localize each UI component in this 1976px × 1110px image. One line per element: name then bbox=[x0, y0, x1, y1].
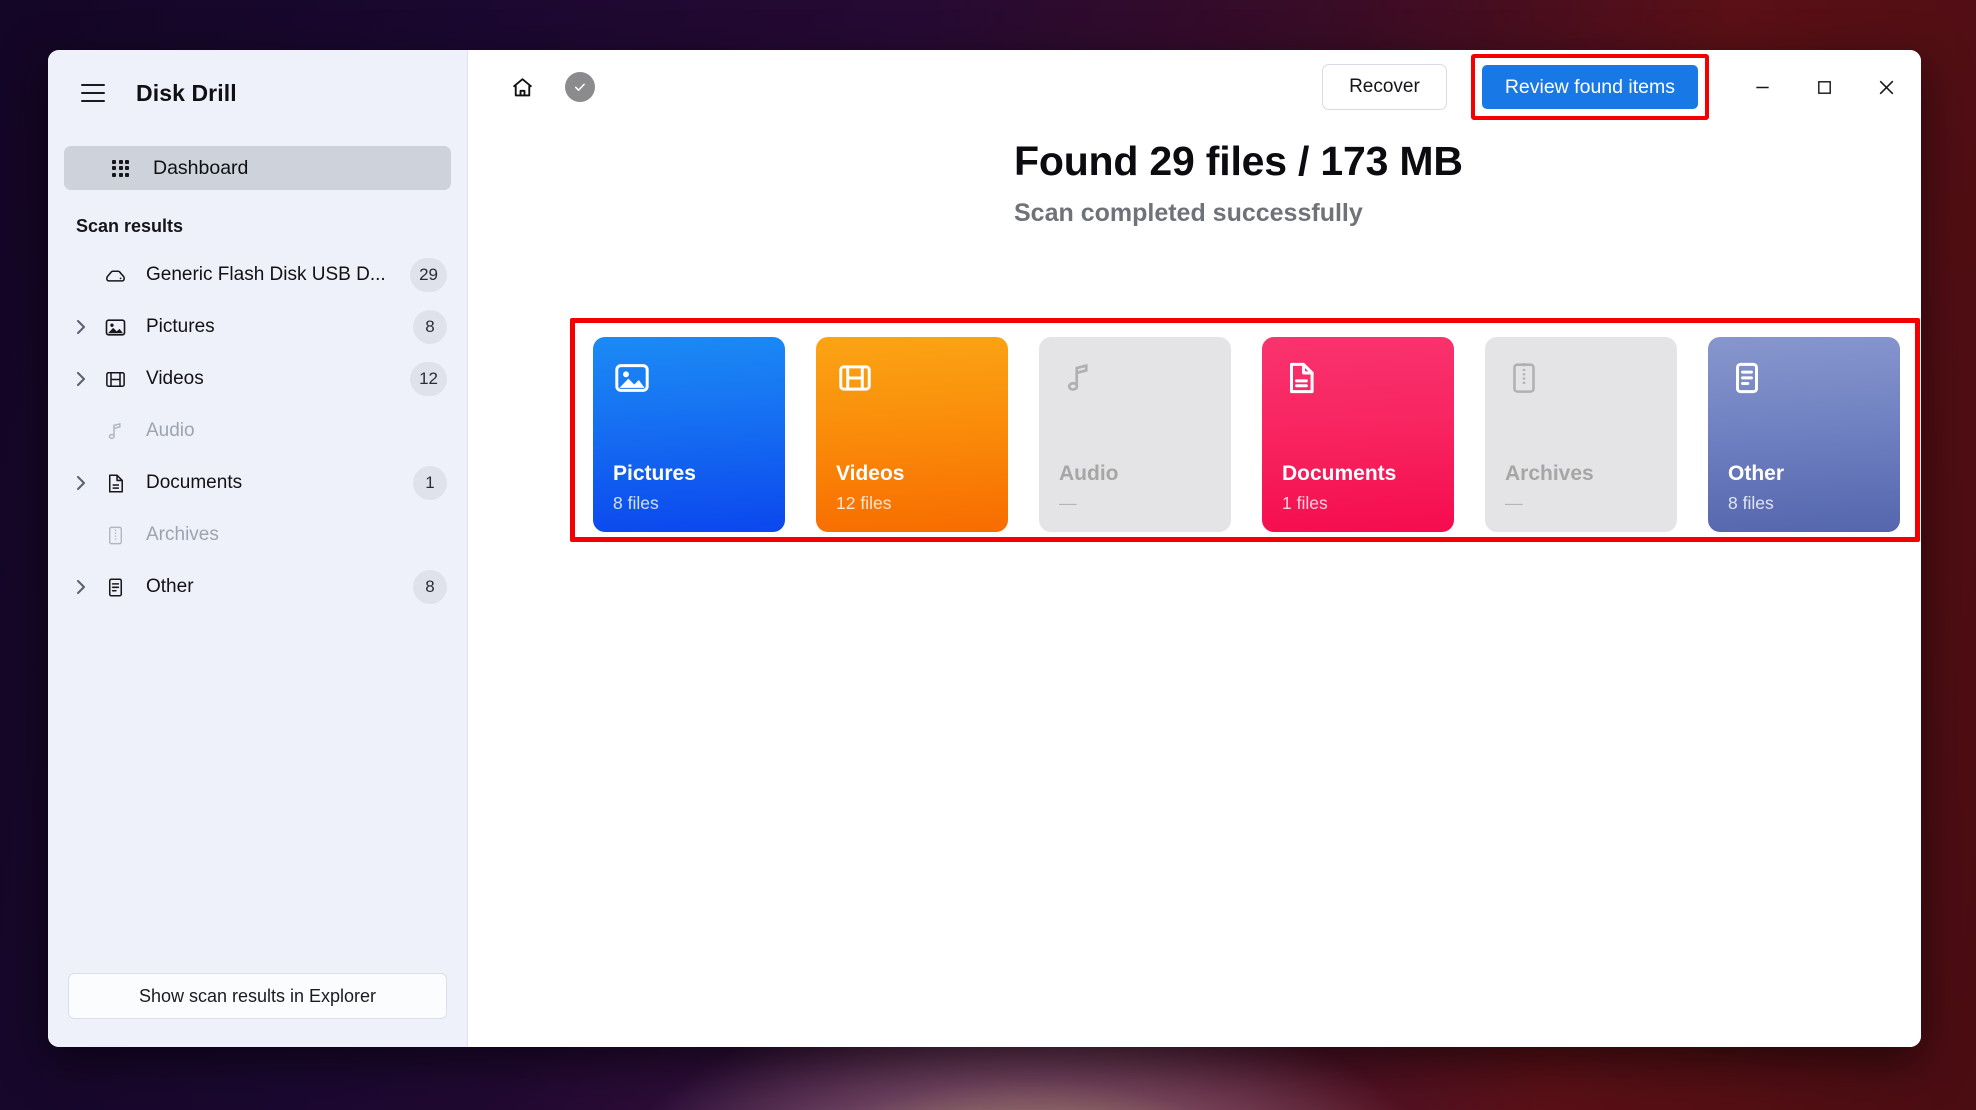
image-icon bbox=[613, 359, 765, 415]
tree-item-label: Audio bbox=[146, 420, 195, 441]
card-title: Archives bbox=[1505, 461, 1594, 485]
card-body: Audio — bbox=[1059, 462, 1211, 514]
tree-item-videos[interactable]: Videos 12 bbox=[48, 353, 467, 405]
scan-status-text: Scan completed successfully bbox=[1014, 199, 1363, 227]
tree-item-badge: 12 bbox=[410, 362, 447, 396]
card-title: Videos bbox=[836, 461, 905, 485]
sidebar-section-scan-results: Scan results bbox=[76, 216, 184, 236]
card-count: 8 files bbox=[1728, 493, 1774, 513]
document-icon bbox=[1282, 359, 1434, 415]
sidebar: Disk Drill Dashboard Scan results Generi… bbox=[48, 50, 468, 1047]
scan-results-tree: Generic Flash Disk USB D... 29 Pictures … bbox=[48, 249, 467, 613]
tree-item-audio: Audio bbox=[48, 405, 467, 457]
tree-item-badge: 8 bbox=[413, 310, 447, 344]
tree-item-label: Generic Flash Disk USB D... bbox=[146, 264, 386, 285]
main-panel: Recover Review found items Found 29 file… bbox=[468, 50, 1921, 1047]
card-count: — bbox=[1505, 493, 1523, 513]
page-title: Found 29 files / 173 MB bbox=[1014, 138, 1463, 184]
sidebar-item-label: Dashboard bbox=[153, 156, 249, 179]
card-title: Documents bbox=[1282, 461, 1397, 485]
home-icon[interactable] bbox=[502, 67, 542, 107]
card-body: Documents 1 files bbox=[1282, 462, 1434, 514]
disk-drive-icon bbox=[98, 264, 132, 287]
archive-zip-icon bbox=[98, 524, 132, 547]
card-body: Other 8 files bbox=[1728, 462, 1880, 514]
music-note-icon bbox=[98, 420, 132, 443]
sidebar-item-dashboard[interactable]: Dashboard bbox=[64, 146, 451, 190]
check-circle-icon bbox=[565, 72, 595, 102]
toolbar: Recover Review found items bbox=[468, 50, 1921, 124]
tree-item-label: Documents bbox=[146, 472, 243, 493]
tree-item-pictures[interactable]: Pictures 8 bbox=[48, 301, 467, 353]
category-card-documents[interactable]: Documents 1 files bbox=[1262, 337, 1454, 532]
card-title: Pictures bbox=[613, 461, 696, 485]
card-count: 8 files bbox=[613, 493, 659, 513]
file-lines-icon bbox=[98, 576, 132, 599]
tree-item-label: Videos bbox=[146, 368, 204, 389]
file-lines-icon bbox=[1728, 359, 1880, 415]
category-card-pictures[interactable]: Pictures 8 files bbox=[593, 337, 785, 532]
review-found-items-highlight: Review found items bbox=[1470, 54, 1709, 120]
category-card-other[interactable]: Other 8 files bbox=[1708, 337, 1900, 532]
tree-item-badge: 8 bbox=[413, 570, 447, 604]
chevron-right-icon[interactable] bbox=[70, 371, 92, 387]
sidebar-header: Disk Drill bbox=[48, 62, 467, 124]
tree-item-badge: 1 bbox=[413, 466, 447, 500]
tree-item-label: Pictures bbox=[146, 316, 215, 337]
document-icon bbox=[98, 472, 132, 495]
card-title: Other bbox=[1728, 461, 1785, 485]
card-body: Archives — bbox=[1505, 462, 1657, 514]
maximize-icon[interactable] bbox=[1793, 61, 1855, 113]
hamburger-icon[interactable] bbox=[72, 72, 114, 114]
review-found-items-button[interactable]: Review found items bbox=[1481, 65, 1698, 109]
disk-drill-window: Disk Drill Dashboard Scan results Generi… bbox=[48, 50, 1921, 1047]
film-icon bbox=[98, 368, 132, 391]
show-scan-results-in-explorer-button[interactable]: Show scan results in Explorer bbox=[68, 973, 447, 1019]
chevron-right-icon[interactable] bbox=[70, 475, 92, 491]
card-body: Pictures 8 files bbox=[613, 462, 765, 514]
music-note-icon bbox=[1059, 359, 1211, 415]
tree-item-label: Archives bbox=[146, 524, 219, 545]
main-content: Found 29 files / 173 MB Scan completed s… bbox=[468, 124, 1921, 228]
tree-item-generic-flash-disk[interactable]: Generic Flash Disk USB D... 29 bbox=[48, 249, 467, 301]
card-count: 1 files bbox=[1282, 493, 1328, 513]
archive-zip-icon bbox=[1505, 359, 1657, 415]
app-title: Disk Drill bbox=[136, 79, 237, 106]
card-count: — bbox=[1059, 493, 1077, 513]
close-icon[interactable] bbox=[1855, 61, 1917, 113]
card-body: Videos 12 files bbox=[836, 462, 988, 514]
grid-dots-icon bbox=[112, 159, 129, 177]
film-icon bbox=[836, 359, 988, 415]
chevron-right-icon[interactable] bbox=[70, 579, 92, 595]
tree-item-label: Other bbox=[146, 576, 194, 597]
category-card-archives: Archives — bbox=[1485, 337, 1677, 532]
card-title: Audio bbox=[1059, 461, 1119, 485]
tree-item-archives: Archives bbox=[48, 509, 467, 561]
window-controls bbox=[1731, 61, 1917, 113]
tree-item-other[interactable]: Other 8 bbox=[48, 561, 467, 613]
category-card-videos[interactable]: Videos 12 files bbox=[816, 337, 1008, 532]
chevron-right-icon[interactable] bbox=[70, 319, 92, 335]
image-icon bbox=[98, 316, 132, 339]
minimize-icon[interactable] bbox=[1731, 61, 1793, 113]
recover-button[interactable]: Recover bbox=[1322, 64, 1447, 110]
card-count: 12 files bbox=[836, 493, 892, 513]
category-card-audio: Audio — bbox=[1039, 337, 1231, 532]
tree-item-documents[interactable]: Documents 1 bbox=[48, 457, 467, 509]
tree-item-badge: 29 bbox=[410, 258, 447, 292]
scan-status-button[interactable] bbox=[560, 67, 600, 107]
category-cards: Pictures 8 files Videos 12 files Audio —… bbox=[593, 337, 1900, 532]
